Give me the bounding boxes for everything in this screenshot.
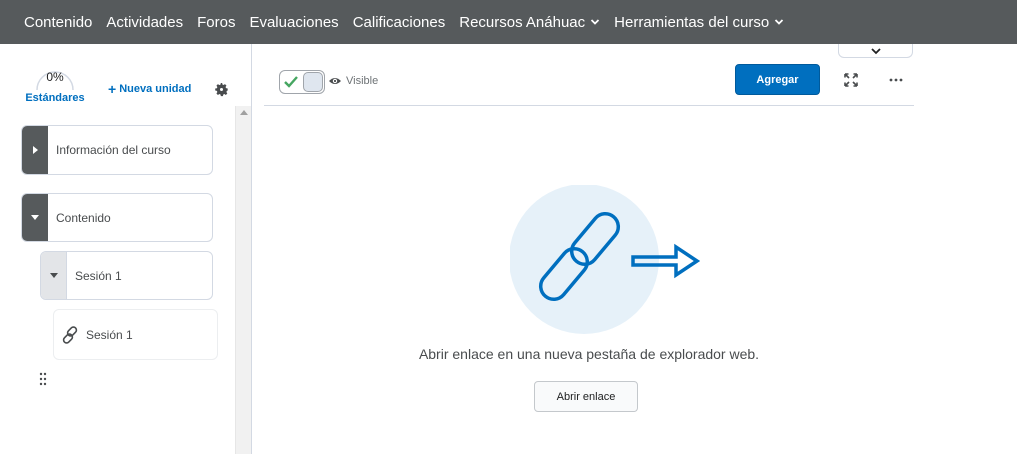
tree-item-sesion-1[interactable]: Sesión 1 (40, 251, 213, 300)
nav-item-calificaciones[interactable]: Calificaciones (346, 14, 453, 31)
open-link-button[interactable]: Abrir enlace (534, 381, 638, 412)
more-icon[interactable] (888, 72, 904, 88)
gear-icon[interactable] (214, 82, 229, 97)
new-unit-button[interactable]: + Nueva unidad (108, 81, 191, 97)
scroll-up-arrow[interactable] (240, 110, 248, 115)
nav-item-herramientas-label: Herramientas del curso (614, 13, 770, 31)
top-navigation: Contenido Actividades Foros Evaluaciones… (0, 0, 1017, 44)
drag-handle-icon[interactable] (39, 372, 47, 386)
collapse-header-button[interactable] (838, 44, 913, 58)
plus-icon: + (108, 81, 117, 97)
progress-value: 0% (46, 70, 64, 84)
sidebar-scrollbar[interactable] (235, 106, 251, 454)
topic-label: Sesión 1 (86, 327, 133, 342)
progress-standards[interactable]: 0% Estándares (22, 62, 88, 104)
visibility-status: Visible (328, 75, 378, 87)
caret-down-icon (49, 273, 58, 278)
expand-icon[interactable] (843, 72, 859, 88)
nav-item-actividades[interactable]: Actividades (99, 14, 190, 31)
content-description: Abrir enlace en una nueva pestaña de exp… (418, 346, 760, 362)
progress-label: Estándares (25, 92, 85, 104)
checkmark-icon (284, 76, 298, 88)
link-illustration (510, 185, 700, 334)
sidebar: 0% Estándares + Nueva unidad Información… (0, 44, 252, 454)
eye-icon (329, 78, 341, 84)
visibility-toggle[interactable] (279, 70, 325, 94)
tree-item-informacion[interactable]: Información del curso (21, 125, 213, 175)
tree-item-contenido[interactable]: Contenido (21, 193, 213, 242)
progress-ring: 0% (33, 62, 77, 92)
chevron-down-icon (591, 19, 600, 25)
new-unit-label: Nueva unidad (119, 83, 192, 95)
illustration-circle (510, 185, 659, 334)
expand-toggle[interactable] (22, 126, 48, 174)
chevron-down-icon (870, 47, 881, 54)
tree-item-label: Contenido (56, 210, 111, 225)
nav-item-contenido[interactable]: Contenido (17, 14, 99, 31)
caret-right-icon (32, 146, 38, 154)
caret-down-icon (31, 215, 39, 220)
nav-item-foros[interactable]: Foros (190, 14, 242, 31)
course-tree: Información del curso Contenido Sesión 1… (0, 106, 252, 454)
tree-item-label: Información del curso (56, 143, 171, 157)
link-icon (62, 325, 78, 344)
collapse-toggle[interactable] (22, 194, 48, 241)
nav-item-recursos-label: Recursos Anáhuac (459, 13, 586, 31)
collapse-toggle[interactable] (41, 252, 67, 299)
content-toolbar: Visible Agregar (264, 58, 914, 106)
nav-item-herramientas[interactable]: Herramientas del curso (607, 14, 791, 31)
visibility-label: Visible (346, 75, 379, 87)
chevron-down-icon (775, 19, 784, 25)
nav-item-recursos[interactable]: Recursos Anáhuac (452, 14, 607, 31)
tree-item-label: Sesión 1 (75, 268, 122, 283)
topic-item-sesion-1[interactable]: Sesión 1 (53, 309, 218, 360)
add-button[interactable]: Agregar (735, 64, 820, 95)
toggle-knob (303, 72, 323, 92)
nav-item-evaluaciones[interactable]: Evaluaciones (242, 14, 345, 31)
